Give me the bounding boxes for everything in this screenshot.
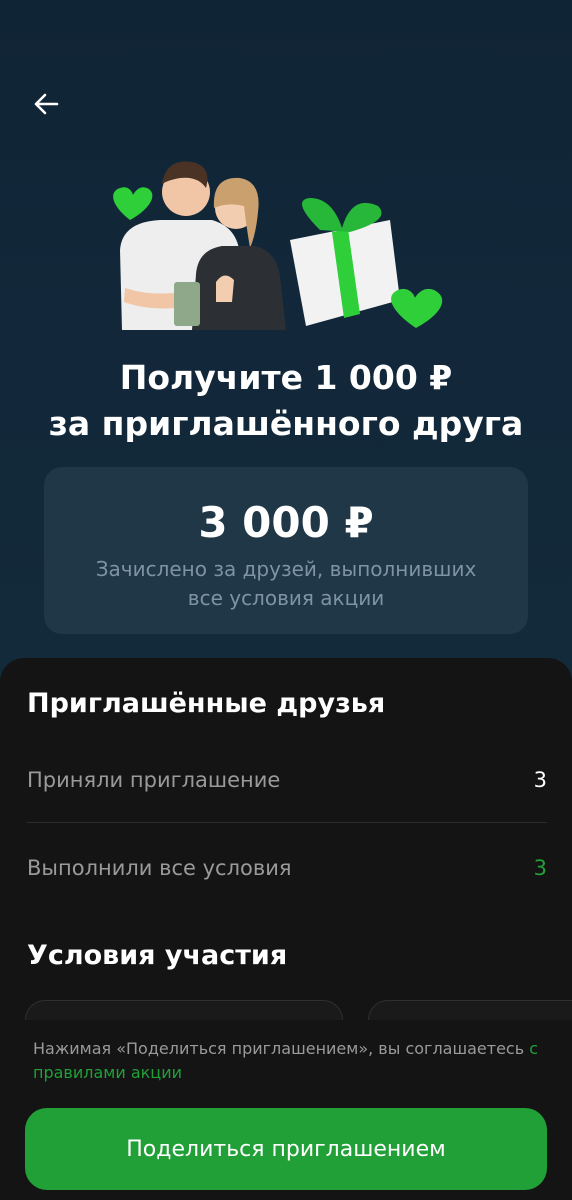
hero-section: Получите 1 000 ₽ за приглашённого друга … — [0, 0, 572, 700]
heart-icon — [391, 288, 443, 328]
accepted-label: Приняли приглашение — [27, 768, 281, 792]
balance-amount: 3 000 ₽ — [198, 498, 374, 547]
balance-card: 3 000 ₽ Зачислено за друзей, выполнивших… — [44, 467, 528, 634]
promo-illustration — [113, 161, 443, 330]
completed-row: Выполнили все условия 3 — [27, 850, 547, 886]
page-title: Получите 1 000 ₽ за приглашённого друга — [0, 355, 572, 447]
friends-section-title: Приглашённые друзья — [27, 688, 386, 719]
heart-icon — [113, 187, 153, 220]
back-button[interactable] — [24, 82, 68, 126]
accepted-value: 3 — [533, 768, 547, 792]
legal-text-body: Нажимая «Поделиться приглашением», вы со… — [33, 1039, 530, 1058]
accepted-row: Приняли приглашение 3 — [27, 762, 547, 798]
completed-label: Выполнили все условия — [27, 856, 292, 880]
arrow-left-icon — [34, 93, 59, 115]
balance-caption-line-2: все условия акции — [187, 586, 385, 610]
title-line-2: за приглашённого друга — [48, 404, 524, 443]
balance-caption: Зачислено за друзей, выполнивших все усл… — [44, 555, 528, 613]
row-divider — [27, 822, 547, 823]
conditions-section-title: Условия участия — [27, 940, 288, 971]
balance-caption-line-1: Зачислено за друзей, выполнивших — [95, 557, 477, 581]
gift-box-icon — [290, 198, 400, 326]
share-invitation-button[interactable]: Поделиться приглашением — [25, 1108, 547, 1190]
completed-value: 3 — [533, 856, 547, 880]
legal-text: Нажимая «Поделиться приглашением», вы со… — [33, 1037, 543, 1085]
title-line-1: Получите 1 000 ₽ — [119, 358, 453, 397]
